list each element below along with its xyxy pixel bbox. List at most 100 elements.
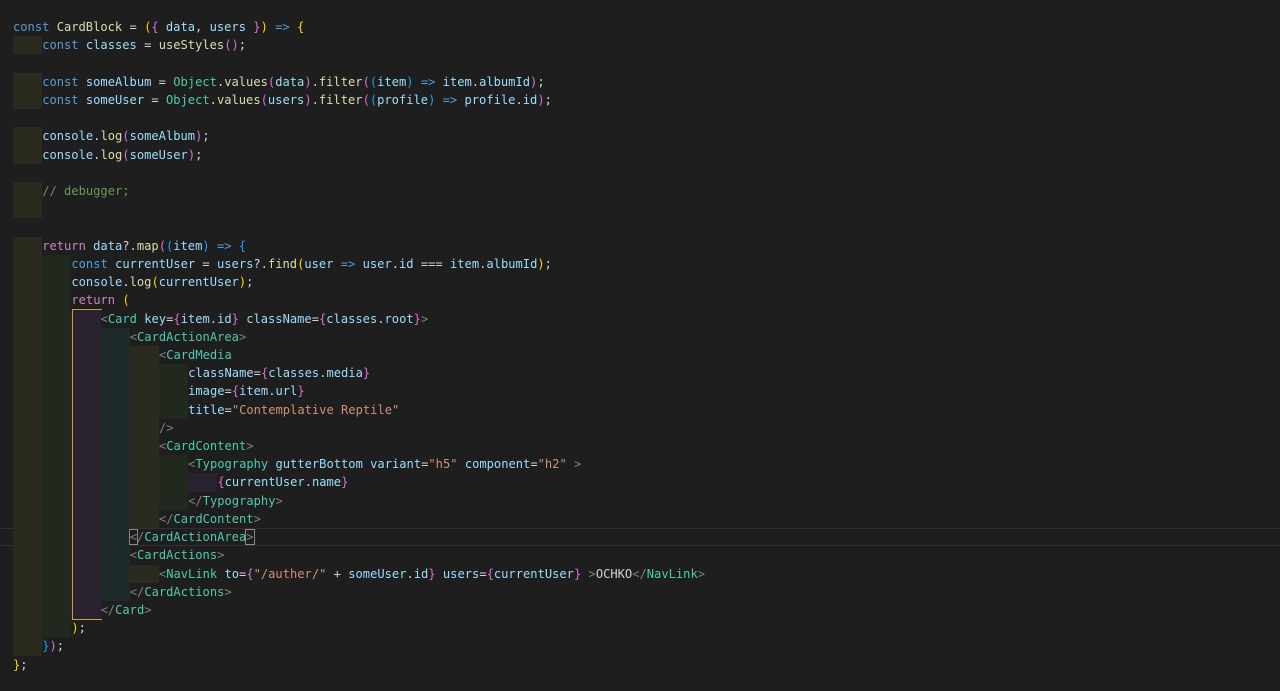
indent-guide	[13, 601, 43, 620]
code-token: }	[362, 366, 371, 381]
code-line[interactable]: });	[13, 637, 1280, 656]
indent-guide	[42, 364, 72, 383]
code-token: =	[136, 38, 159, 53]
code-line[interactable]: const CardBlock = ({ data, users }) => {	[13, 18, 1280, 36]
code-line[interactable]: <CardActionArea>	[13, 327, 1280, 346]
code-line[interactable]: const someAlbum = Object.values(data).fi…	[13, 72, 1280, 91]
code-line[interactable]: </Typography>	[13, 491, 1280, 510]
indent-guide	[71, 582, 101, 601]
indent-guide	[71, 546, 101, 565]
code-token: const	[42, 92, 79, 107]
indent-guide	[100, 564, 130, 583]
code-token: currentUser	[493, 566, 574, 581]
code-editor[interactable]: const CardBlock = ({ data, users }) => {…	[13, 18, 1280, 674]
indent-guide	[71, 418, 101, 438]
indent-guide	[71, 528, 101, 547]
code-token: </	[158, 511, 174, 526]
code-token: classes	[268, 366, 320, 381]
code-token: )	[537, 256, 545, 271]
indent-guide	[100, 400, 130, 419]
code-token: =	[144, 92, 166, 107]
code-token: >	[224, 584, 232, 599]
code-token: )	[71, 621, 79, 636]
code-token: filter	[318, 92, 363, 107]
code-line[interactable]: {currentUser.name}	[13, 473, 1280, 492]
code-line[interactable]	[13, 54, 1280, 72]
code-line[interactable]	[13, 164, 1280, 182]
code-line[interactable]	[13, 109, 1280, 127]
indent-guide	[100, 437, 130, 456]
code-line[interactable]: className={classes.media}	[13, 364, 1280, 383]
code-line[interactable]: console.log(someUser);	[13, 145, 1280, 164]
code-line[interactable]: };	[13, 656, 1280, 674]
code-line[interactable]: <CardMedia	[13, 345, 1280, 365]
code-token: .	[515, 92, 523, 107]
indent-guide	[42, 582, 72, 601]
indent-guide	[13, 309, 43, 328]
code-token: users	[217, 256, 254, 271]
code-token: CardActions	[137, 548, 218, 563]
code-line[interactable]: console.log(currentUser);	[13, 273, 1280, 292]
code-token: CardActionArea	[144, 530, 247, 545]
code-token: }	[231, 311, 239, 326]
code-token: </	[100, 603, 116, 617]
code-line[interactable]: );	[13, 619, 1280, 638]
code-token: const	[42, 74, 79, 89]
code-token: }	[253, 20, 261, 34]
indent-guide	[100, 473, 130, 492]
code-line[interactable]: <NavLink to={"/auther/" + someUser.id} u…	[13, 564, 1280, 583]
code-token: >	[253, 511, 261, 526]
code-line[interactable]: image={item.url}	[13, 382, 1280, 401]
indent-guide	[188, 473, 218, 492]
code-line[interactable]: return data?.map((item) => {	[13, 236, 1280, 255]
code-line[interactable]: </Card>	[13, 601, 1280, 620]
code-token: {	[173, 311, 181, 326]
code-token: values	[216, 92, 261, 107]
code-line[interactable]: console.log(someAlbum);	[13, 127, 1280, 146]
code-token: key	[144, 311, 167, 326]
indent-guide	[13, 90, 43, 110]
code-token: item	[442, 74, 472, 89]
indent-guide	[129, 418, 159, 438]
code-token: )	[187, 147, 196, 162]
code-token: CardContent	[173, 511, 254, 526]
code-line[interactable]: </CardActions>	[13, 582, 1280, 601]
code-line[interactable]: const classes = useStyles();	[13, 36, 1280, 55]
code-token: <	[129, 329, 138, 344]
code-token: >	[697, 566, 706, 581]
indent-guide	[71, 491, 101, 510]
code-line[interactable]: return (	[13, 291, 1280, 310]
code-token: (	[122, 147, 130, 162]
code-token: someAlbum	[85, 74, 152, 89]
code-line[interactable]: </CardContent>	[13, 509, 1280, 529]
code-token: {	[246, 566, 254, 581]
code-line[interactable]	[13, 200, 1280, 219]
indent-guide	[158, 400, 189, 419]
indent-guide	[100, 364, 130, 383]
code-line[interactable]: // debugger;	[13, 181, 1280, 201]
code-line[interactable]: <CardActions>	[13, 546, 1280, 565]
code-line[interactable]: title="Contemplative Reptile"	[13, 400, 1280, 419]
indent-guide	[129, 491, 159, 510]
code-token: ,	[195, 20, 210, 34]
code-token: >	[245, 529, 255, 546]
code-token: ;	[202, 129, 210, 144]
code-line[interactable]: <Typography gutterBottom variant="h5" co…	[13, 455, 1280, 474]
code-line[interactable]	[13, 218, 1280, 236]
code-line[interactable]: </CardActionArea>	[0, 528, 1280, 547]
indent-guide	[71, 400, 101, 419]
code-token: }	[297, 384, 305, 399]
code-line[interactable]: <Card key={item.id} className={classes.r…	[13, 309, 1280, 328]
indent-guide	[129, 400, 159, 419]
indent-guide	[158, 364, 189, 383]
code-line[interactable]: />	[13, 418, 1280, 438]
indent-guide	[100, 528, 130, 547]
code-line[interactable]: <CardContent>	[13, 437, 1280, 456]
code-line[interactable]: const currentUser = users?.find(user => …	[13, 254, 1280, 274]
indent-guide	[13, 345, 43, 365]
code-token: ;	[56, 639, 65, 654]
code-line[interactable]: const someUser = Object.values(users).fi…	[13, 90, 1280, 110]
indent-guide	[13, 181, 43, 201]
